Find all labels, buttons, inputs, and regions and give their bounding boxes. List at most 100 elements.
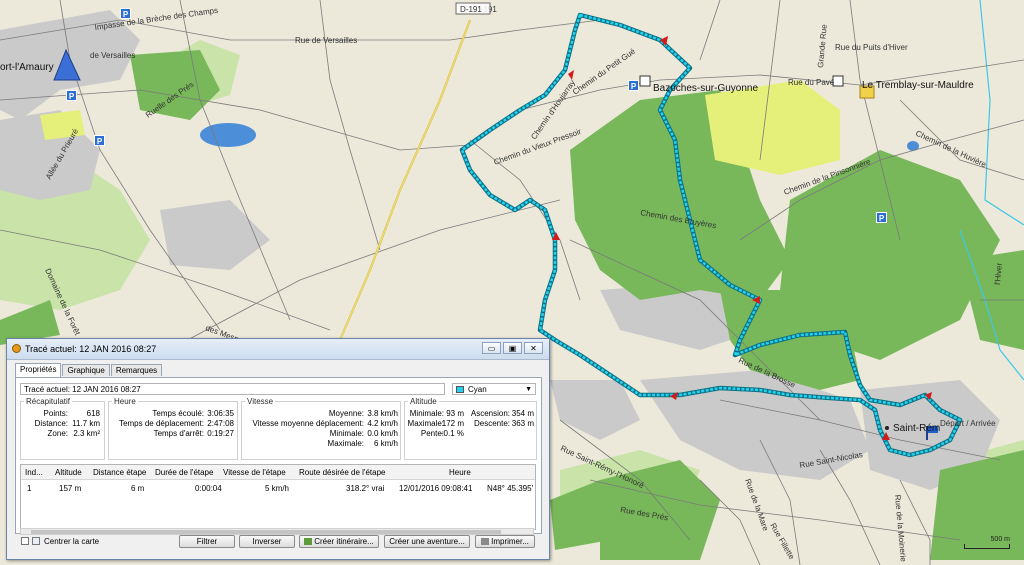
center-map-checkbox[interactable] [21,537,29,545]
track-name-field[interactable]: Tracé actuel: 12 JAN 2016 08:27 [20,383,445,395]
col-index[interactable]: Ind... [25,468,43,477]
recap-title: Récapitulatif [24,397,73,406]
chevron-down-icon: ▼ [525,386,532,393]
dialog-title: Tracé actuel: 12 JAN 2016 08:27 [25,344,157,354]
minimize-button[interactable]: ▭ [482,342,501,354]
cell-duration: 0:00:04 [195,484,222,493]
tab-remarques[interactable]: Remarques [110,364,163,376]
maximize-button[interactable]: ▣ [503,342,522,354]
alt-max-value: 172 m [441,419,464,428]
filter-button-label: Filtrer [196,537,218,546]
cell-time: 12/01/2016 09:08:41 [399,484,473,493]
reverse-button-label: Inverser [252,537,282,546]
avg-speed-value: 3.8 km/h [367,409,398,418]
min-speed-label: Minimale: [329,429,364,438]
road-label-versailles: Rue de Versailles [295,36,357,45]
start-finish-label: Départ / Arrivée [940,419,996,428]
scale-bar [964,544,1010,549]
road-label-puits-hiver: Rue du Puits d'Hiver [835,43,908,52]
town-label-saint-rem: Saint-Rém [893,423,940,434]
cell-course: 318.2° vrai [346,484,385,493]
ascent-label: Ascension: [470,409,510,418]
center-map-label: Centrer la carte [44,537,100,546]
highlight-area-small [40,110,85,140]
tab-proprietes[interactable]: Propriétés [15,363,62,377]
avg-speed-label: Moyenne: [328,409,364,418]
cell-altitude: 157 m [59,484,82,493]
cell-speed: 5 km/h [265,484,290,493]
dialog-titlebar[interactable]: Tracé actuel: 12 JAN 2016 08:27 ▭ ▣ ✕ [7,339,549,360]
time-group: Heure Temps écoulé: 3:06:35 Temps de dép… [108,397,238,460]
col-time[interactable]: Heure [449,468,471,477]
col-duration[interactable]: Durée de l'étape [155,468,213,477]
filter-button[interactable]: Filtrer [179,535,235,548]
properties-panel: Tracé actuel: 12 JAN 2016 08:27 Cyan ▼ R… [15,377,542,535]
parking-icon[interactable]: P [94,135,105,146]
create-route-button[interactable]: Créer itinéraire... [299,535,379,548]
route-icon [304,538,313,545]
town-label-bazoches: Bazoches-sur-Guyonne [653,83,758,94]
parking-icon[interactable]: P [876,212,887,223]
road-shield-text: D-191 [460,5,482,14]
ascent-value: 354 m [511,409,534,418]
scrollbar-thumb[interactable] [31,530,501,534]
reverse-button[interactable]: Inverser [239,535,295,548]
town-label-montfort: ort-l'Amaury [0,62,54,73]
cell-index: 1 [27,484,32,493]
col-altitude[interactable]: Altitude [55,468,82,477]
parking-icon[interactable]: P [120,8,131,19]
close-button[interactable]: ✕ [524,342,543,354]
scale-label: 500 m [990,536,1010,543]
min-speed-value: 0.0 km/h [367,429,398,438]
descent-value: 363 m [511,419,534,428]
distance-value: 11.7 km [72,419,100,428]
altitude-title: Altitude [408,397,439,406]
avg-moving-speed-value: 4.2 km/h [367,419,398,428]
tab-graphique[interactable]: Graphique [62,364,110,376]
parking-icon[interactable]: P [628,80,639,91]
alt-min-value: 93 m [446,409,464,418]
recap-group: Récapitulatif Points: 618 Distance: 11.7… [20,397,105,460]
map-scale: 500 m [964,536,1010,549]
road-label-versailles2: de Versailles [90,51,135,60]
moving-value: 2:47:08 [207,419,234,428]
points-label: Points: [43,409,68,418]
print-button[interactable]: Imprimer... [475,535,535,548]
create-adventure-button[interactable]: Créer une aventure... [384,535,470,548]
alt-min-label: Minimale: [409,409,444,418]
alt-max-label: Maximale: [407,419,444,428]
table-row[interactable]: 1 157 m 6 m 0:00:04 5 km/h 318.2° vrai 1… [21,483,535,495]
parking-icon[interactable]: P [66,90,77,101]
avg-moving-speed-label: Vitesse moyenne déplacement: [252,419,364,428]
points-value: 618 [86,409,100,418]
color-name: Cyan [468,385,487,394]
zone-label: Zone: [47,429,68,438]
color-select[interactable]: Cyan ▼ [452,383,536,395]
table-horizontal-scrollbar[interactable] [20,528,534,535]
create-adventure-label: Créer une aventure... [389,537,465,546]
elapsed-label: Temps écoulé: [152,409,204,418]
speed-title: Vitesse [245,397,276,406]
max-speed-value: 6 km/h [373,439,398,448]
printer-icon [481,538,490,545]
col-speed[interactable]: Vitesse de l'étape [223,468,286,477]
stopped-label: Temps d'arrêt: [153,429,204,438]
dialog-tabs: Propriétés Graphique Remarques [15,363,163,377]
col-distance[interactable]: Distance étape [93,468,146,477]
distance-label: Distance: [34,419,68,428]
track-properties-dialog: Tracé actuel: 12 JAN 2016 08:27 ▭ ▣ ✕ Pr… [6,338,550,560]
map-icon [32,537,40,545]
cell-distance: 6 m [131,484,145,493]
road-label-pave: Rue du Pavé [788,78,835,87]
cell-position: N48° 45.395' [487,484,534,493]
color-swatch [456,386,464,393]
descent-label: Descente: [473,419,510,428]
slope-value: -0.1 % [440,429,464,438]
track-points-table[interactable]: Ind... Altitude Distance étape Durée de … [20,464,536,530]
col-course[interactable]: Route désirée de l'étape [299,468,385,477]
zone-value: 2.3 km² [73,429,100,438]
max-speed-label: Maximale: [327,439,364,448]
create-route-label: Créer itinéraire... [314,537,374,546]
speed-group: Vitesse Moyenne: 3.8 km/h Vitesse moyenn… [241,397,401,460]
town-label-tremblay: Le Tremblay-sur-Mauldre [862,80,974,91]
